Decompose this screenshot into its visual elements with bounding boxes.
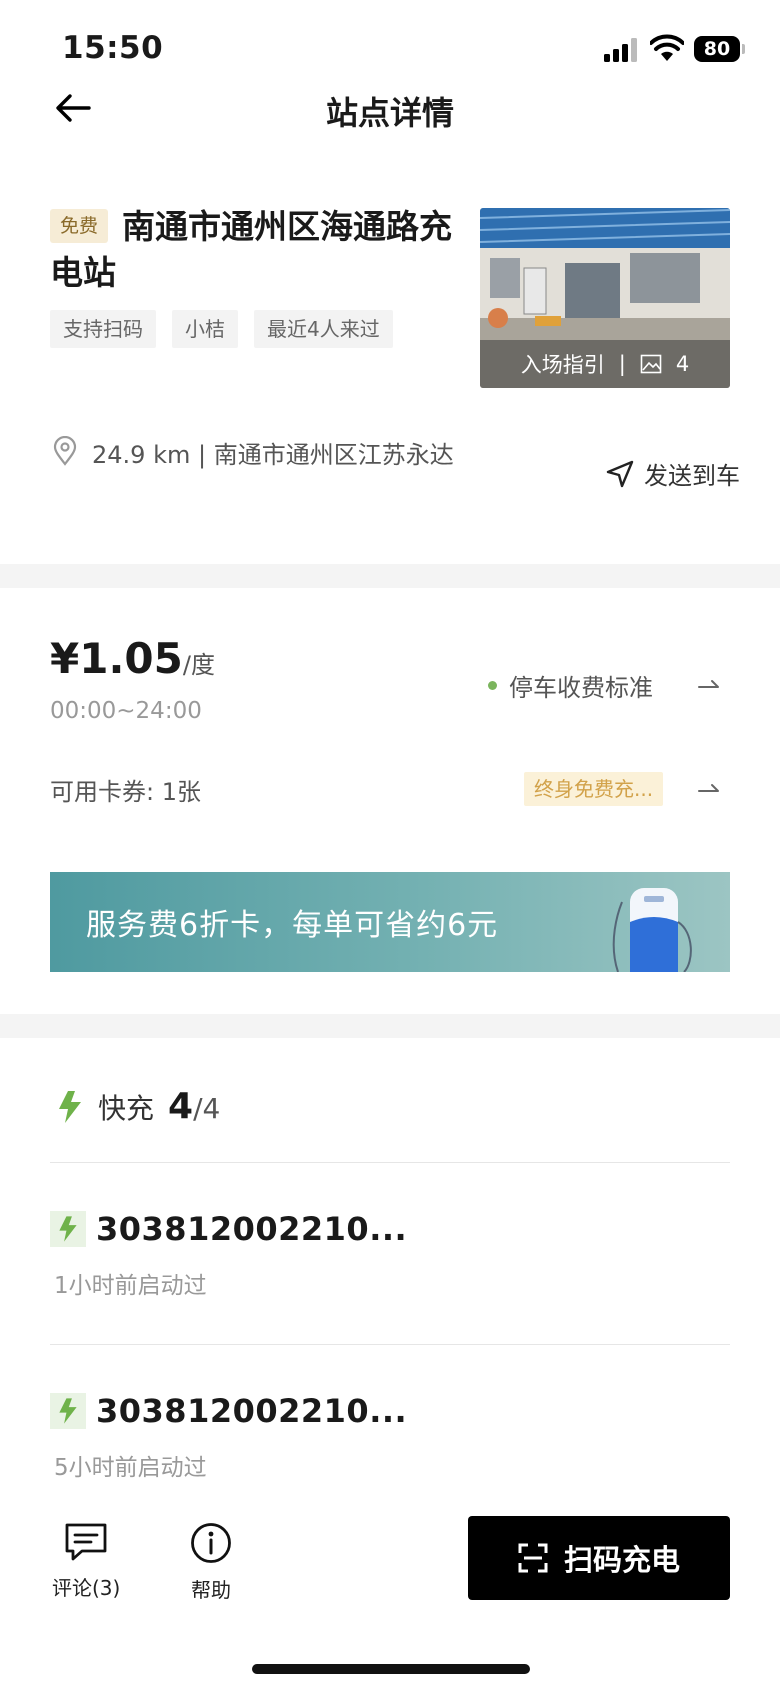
station-tags: 支持扫码 小桔 最近4人来过 — [50, 310, 460, 348]
status-dot — [488, 681, 497, 690]
tag-recent-visitors: 最近4人来过 — [254, 310, 393, 348]
price-value: ¥1.05 — [50, 634, 183, 683]
promo-banner-text: 服务费6折卡，每单可省约6元 — [86, 908, 499, 943]
charger-id: 303812002210... — [96, 1392, 408, 1430]
address-separator: | — [197, 441, 207, 469]
tag-operator: 小桔 — [172, 310, 238, 348]
section-divider — [0, 564, 780, 588]
photo-caption: 入场指引 | 4 — [480, 340, 730, 388]
navigation-arrow-icon — [606, 460, 634, 487]
station-photo[interactable]: 入场指引 | 4 — [480, 208, 730, 388]
comments-label: 评论(3) — [52, 1576, 121, 1600]
image-icon — [640, 354, 662, 374]
address-text: 24.9 km | 南通市通州区江苏永达 — [92, 432, 492, 478]
nav-bar: 站点详情 — [0, 80, 780, 136]
parking-fee-label: 停车收费标准 — [509, 674, 653, 702]
comment-icon — [65, 1523, 107, 1561]
status-time: 15:50 — [62, 30, 164, 66]
charger-item[interactable]: 303812002210... 1小时前启动过 — [50, 1210, 730, 1300]
bottom-action-bar: 评论(3) 帮助 扫码充电 — [0, 1510, 780, 1688]
caption-separator: | — [618, 352, 626, 376]
help-button[interactable]: 帮助 — [190, 1522, 232, 1603]
charger-icon-box — [50, 1211, 86, 1247]
signal-icon — [604, 38, 637, 62]
charger-icon-box — [50, 1393, 86, 1429]
arrow-right-icon[interactable] — [698, 782, 720, 794]
comments-button[interactable]: 评论(3) — [52, 1522, 120, 1601]
page-title: 站点详情 — [325, 94, 454, 132]
entry-guide-label: 入场指引 — [520, 353, 605, 377]
charger-head: 303812002210... — [50, 1210, 730, 1248]
lightning-icon — [59, 1090, 81, 1123]
help-label: 帮助 — [191, 1578, 231, 1602]
home-indicator — [252, 1664, 530, 1674]
info-icon — [191, 1523, 231, 1563]
charger-item[interactable]: 303812002210... 5小时前启动过 — [50, 1392, 730, 1482]
fast-charge-label: 快充 — [98, 1091, 155, 1125]
station-name: 南通市通州区海通路充电站 — [50, 207, 453, 292]
charger-last-start: 5小时前启动过 — [54, 1455, 207, 1481]
price-block: ¥1.05/度 — [50, 634, 215, 683]
charger-illustration-icon — [612, 888, 692, 972]
tag-scan-support: 支持扫码 — [50, 310, 156, 348]
section-divider — [0, 1014, 780, 1038]
send-to-car-label: 发送到车 — [644, 462, 740, 490]
wifi-icon — [650, 34, 684, 61]
promo-banner[interactable]: 服务费6折卡，每单可省约6元 — [50, 872, 730, 972]
lightning-icon — [59, 1216, 77, 1242]
scan-icon — [518, 1543, 548, 1573]
price-unit: /度 — [182, 651, 215, 679]
free-badge: 免费 — [50, 209, 109, 243]
distance: 24.9 km — [92, 441, 191, 469]
photo-count: 4 — [675, 352, 690, 376]
lightning-icon — [59, 1398, 77, 1424]
price-hours: 00:00~24:00 — [50, 698, 202, 724]
battery-indicator: 80 — [694, 36, 745, 62]
arrow-right-icon[interactable] — [698, 678, 720, 690]
charger-last-start: 1小时前启动过 — [54, 1273, 207, 1299]
fast-charge-available: 4 — [168, 1086, 194, 1127]
station-info: 免费 南通市通州区海通路充电站 支持扫码 小桔 最近4人来过 — [50, 204, 460, 348]
fast-charge-header: 快充 4/4 — [56, 1086, 220, 1127]
divider-line — [50, 1344, 730, 1345]
status-bar: 15:50 80 — [0, 0, 780, 92]
parking-fee-link[interactable]: 停车收费标准 — [488, 668, 653, 703]
station-title-block: 免费 南通市通州区海通路充电站 — [50, 204, 460, 296]
divider-line — [50, 1162, 730, 1163]
fast-charge-total: /4 — [193, 1092, 221, 1125]
send-to-car-button[interactable]: 发送到车 — [606, 456, 740, 491]
charger-head: 303812002210... — [50, 1392, 730, 1430]
scan-to-charge-label: 扫码充电 — [563, 1543, 680, 1577]
location-pin-icon — [53, 436, 77, 466]
address: 南通市通州区江苏永达 — [213, 441, 454, 469]
scan-to-charge-button[interactable]: 扫码充电 — [468, 1516, 730, 1600]
coupon-label[interactable]: 可用卡券: 1张 — [50, 772, 201, 807]
charger-id: 303812002210... — [96, 1210, 408, 1248]
coupon-badge[interactable]: 终身免费充... — [524, 772, 664, 806]
